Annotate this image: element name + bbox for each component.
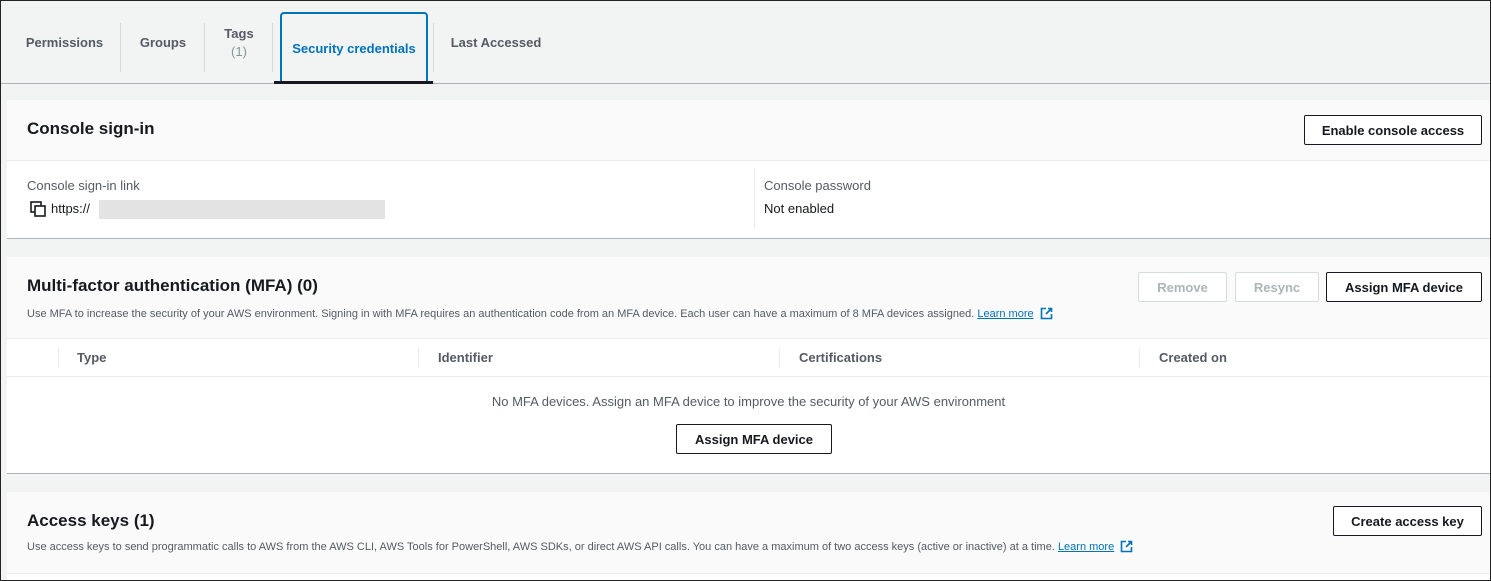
console-password-label: Console password <box>764 178 871 193</box>
mfa-description: Use MFA to increase the security of your… <box>27 307 1053 323</box>
column-header-certifications[interactable]: Certifications <box>799 350 882 365</box>
mfa-empty-message: No MFA devices. Assign an MFA device to … <box>491 394 1006 409</box>
tab-last-accessed[interactable]: Last Accessed <box>441 1 551 83</box>
redacted-region <box>99 200 385 219</box>
access-keys-description: Use access keys to send programmatic cal… <box>27 540 1133 556</box>
tab-count: (1) <box>231 43 247 59</box>
access-keys-header: Access keys (1) Create access key Use ac… <box>7 492 1490 574</box>
mfa-learn-more-link[interactable]: Learn more <box>977 308 1033 320</box>
mfa-table-header: Type Identifier Certifications Created o… <box>7 339 1490 377</box>
resync-mfa-button[interactable]: Resync <box>1235 272 1319 302</box>
mfa-description-text: Use MFA to increase the security of your… <box>27 308 975 320</box>
tab-tags[interactable]: Tags (1) <box>207 1 271 83</box>
access-keys-title: Access keys (1) <box>27 511 155 530</box>
tab-divider <box>433 23 434 72</box>
tab-divider <box>120 23 121 72</box>
console-signin-title: Console sign-in <box>27 119 155 138</box>
column-divider <box>418 348 419 368</box>
external-link-icon[interactable] <box>1120 540 1133 556</box>
tab-label: Groups <box>139 34 187 50</box>
mfa-panel: Multi-factor authentication (MFA) (0) Re… <box>7 257 1490 474</box>
remove-mfa-button[interactable]: Remove <box>1138 272 1227 302</box>
console-password-value: Not enabled <box>764 201 835 216</box>
tab-label: Tags <box>224 25 254 41</box>
column-divider <box>779 348 780 368</box>
enable-console-access-button[interactable]: Enable console access <box>1304 115 1482 145</box>
tab-permissions[interactable]: Permissions <box>11 1 118 83</box>
copy-icon[interactable] <box>30 201 46 220</box>
tab-label: Security credentials <box>292 40 416 56</box>
create-access-key-button[interactable]: Create access key <box>1333 506 1482 536</box>
tab-groups[interactable]: Groups <box>123 1 203 83</box>
console-signin-panel: Console sign-in Enable console access Co… <box>7 100 1490 239</box>
tab-label: Last Accessed <box>450 34 542 50</box>
tab-divider <box>204 23 205 72</box>
active-tab-indicator <box>274 81 433 84</box>
column-divider <box>58 348 59 368</box>
external-link-icon[interactable] <box>1040 307 1053 323</box>
assign-mfa-device-empty-button[interactable]: Assign MFA device <box>676 424 832 454</box>
column-divider <box>754 168 755 228</box>
column-header-type[interactable]: Type <box>77 350 106 365</box>
column-divider <box>1139 348 1140 368</box>
tab-bar: Permissions Groups Tags (1) Security cre… <box>1 1 1490 84</box>
access-keys-learn-more-link[interactable]: Learn more <box>1058 541 1114 553</box>
column-header-created-on[interactable]: Created on <box>1159 350 1227 365</box>
column-header-identifier[interactable]: Identifier <box>438 350 493 365</box>
access-keys-panel: Access keys (1) Create access key Use ac… <box>7 492 1490 580</box>
assign-mfa-device-button[interactable]: Assign MFA device <box>1326 272 1482 302</box>
tab-security-credentials[interactable]: Security credentials <box>280 12 428 84</box>
console-signin-header: Console sign-in Enable console access <box>7 100 1490 161</box>
mfa-header: Multi-factor authentication (MFA) (0) Re… <box>7 257 1490 339</box>
console-signin-link-value[interactable]: https:// <box>51 201 90 216</box>
tab-divider <box>272 23 273 72</box>
console-signin-link-label: Console sign-in link <box>27 178 140 193</box>
access-keys-description-text: Use access keys to send programmatic cal… <box>27 541 1055 553</box>
mfa-title: Multi-factor authentication (MFA) (0) <box>27 276 318 295</box>
tab-label: Permissions <box>25 34 104 50</box>
